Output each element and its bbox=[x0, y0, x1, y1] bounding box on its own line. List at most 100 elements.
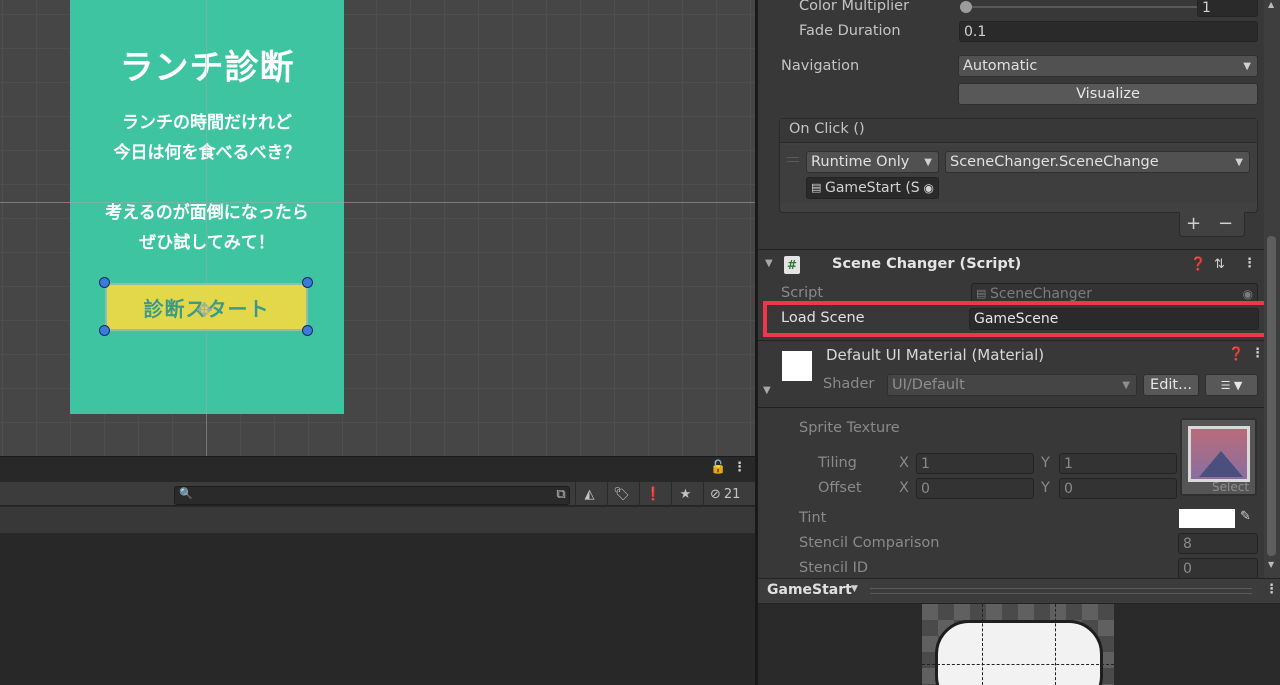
rect-handle-top-right[interactable] bbox=[302, 277, 313, 288]
load-scene-field[interactable]: GameScene bbox=[969, 308, 1259, 330]
stencil-id-label: Stencil ID bbox=[799, 560, 869, 576]
tint-color-swatch[interactable] bbox=[1179, 509, 1235, 528]
chevron-down-icon: ▼ bbox=[1235, 157, 1243, 168]
scroll-down-icon[interactable]: ▼ bbox=[1268, 560, 1274, 569]
object-picker-icon[interactable]: ◉ bbox=[924, 178, 934, 198]
warning-filter-icon[interactable]: ❗ bbox=[639, 482, 667, 506]
csharp-script-icon: # bbox=[784, 256, 800, 274]
component-separator bbox=[758, 340, 1264, 341]
visualize-button[interactable]: Visualize bbox=[958, 83, 1258, 105]
drag-handle-icon[interactable] bbox=[787, 157, 799, 162]
add-listener-button[interactable]: + bbox=[1186, 213, 1201, 234]
target-object-field[interactable]: ▤ GameStart (S ◉ bbox=[806, 177, 939, 199]
search-by-type-icon[interactable]: ⧉ bbox=[548, 483, 574, 505]
favorite-star-icon[interactable]: ★ bbox=[671, 482, 699, 506]
material-title: Default UI Material (Material) bbox=[826, 346, 1045, 364]
component-separator bbox=[758, 407, 1264, 408]
rect-handle-top-left[interactable] bbox=[99, 277, 110, 288]
help-icon[interactable]: ❓ bbox=[1228, 347, 1244, 362]
shader-dropdown[interactable]: UI/Default ▼ bbox=[887, 374, 1137, 396]
rect-handle-bottom-left[interactable] bbox=[99, 325, 110, 336]
offset-label: Offset bbox=[818, 480, 862, 496]
foldout-arrow-icon[interactable]: ▼ bbox=[763, 385, 771, 396]
kebab-menu-icon[interactable]: ⋮ bbox=[733, 460, 746, 475]
stencil-id-field[interactable]: 0 bbox=[1178, 558, 1258, 578]
navigation-value: Automatic bbox=[963, 58, 1038, 74]
preview-object-name[interactable]: GameStart bbox=[767, 582, 852, 598]
offset-y-field[interactable]: 0 bbox=[1059, 478, 1177, 499]
search-input[interactable]: 🔍 bbox=[174, 486, 570, 505]
scene-title-text: ランチ診断 bbox=[119, 48, 295, 88]
help-icon[interactable]: ❓ bbox=[1190, 257, 1206, 272]
tiling-x-label: X bbox=[899, 455, 909, 471]
move-gizmo-icon[interactable]: ✥ bbox=[196, 298, 213, 322]
function-dropdown[interactable]: SceneChanger.SceneChange ▼ bbox=[945, 151, 1250, 173]
hidden-packages-toggle[interactable]: ⊘ 21 bbox=[703, 482, 755, 506]
runtime-value: Runtime Only bbox=[811, 154, 910, 170]
edit-shader-button[interactable]: Edit... bbox=[1143, 374, 1199, 396]
tiling-x-field[interactable]: 1 bbox=[916, 453, 1034, 474]
scene-changer-title: Scene Changer (Script) bbox=[832, 256, 1022, 272]
script-file-icon: ▤ bbox=[811, 181, 822, 194]
inspector-scroll-thumb[interactable] bbox=[1267, 236, 1276, 556]
component-separator bbox=[758, 249, 1264, 250]
list-icon: ☰ ▼ bbox=[1220, 379, 1243, 392]
foldout-arrow-icon[interactable]: ▼ bbox=[765, 258, 773, 269]
panel-tab-bar: 🔓 ⋮ bbox=[0, 456, 755, 482]
tiling-y-field[interactable]: 1 bbox=[1059, 453, 1177, 474]
script-label: Script bbox=[781, 285, 824, 301]
eyedropper-icon[interactable]: ✎ bbox=[1240, 509, 1251, 524]
lock-icon[interactable]: 🔓 bbox=[710, 460, 726, 475]
preset-icon[interactable]: ⇅ bbox=[1214, 257, 1225, 272]
color-multiplier-slider-track[interactable] bbox=[963, 6, 1197, 8]
preview-menu-icon[interactable]: ⋮ bbox=[1265, 582, 1278, 597]
chevron-down-icon: ▼ bbox=[1122, 380, 1130, 391]
ui-canvas[interactable]: ランチ診断 ランチの時間だけれど 今日は何を食べるべき？ 考えるのが面倒になった… bbox=[70, 0, 344, 414]
preview-drag-bar[interactable] bbox=[870, 588, 1252, 594]
navigation-dropdown[interactable]: Automatic ▼ bbox=[958, 55, 1258, 77]
preview-header: GameStart ▼ ⋮ bbox=[758, 578, 1280, 604]
inspector-panel: Color Multiplier 1 Fade Duration 0.1 Nav… bbox=[758, 0, 1264, 578]
filter-by-label-icon[interactable]: 🏷 bbox=[607, 482, 635, 506]
shader-value: UI/Default bbox=[892, 377, 965, 393]
shader-options-dropdown[interactable]: ☰ ▼ bbox=[1205, 374, 1258, 396]
fade-duration-field[interactable]: 0.1 bbox=[959, 21, 1258, 42]
project-list-body[interactable] bbox=[0, 533, 755, 685]
scene-body-line: 今日は何を食べるべき？ bbox=[113, 143, 301, 163]
scene-body-line: ぜひ試してみて！ bbox=[139, 233, 275, 253]
target-object-value: GameStart (S bbox=[825, 180, 920, 196]
search-icon: 🔍 bbox=[179, 487, 193, 500]
filter-by-type-icon[interactable]: ◭ bbox=[575, 482, 603, 506]
runtime-dropdown[interactable]: Runtime Only ▼ bbox=[806, 151, 939, 173]
offset-y-label: Y bbox=[1041, 480, 1050, 496]
color-multiplier-slider-thumb[interactable] bbox=[960, 1, 972, 13]
material-menu-icon[interactable]: ⋮ bbox=[1251, 346, 1264, 361]
stencil-comparison-label: Stencil Comparison bbox=[799, 535, 940, 551]
scene-view[interactable]: ランチ診断 ランチの時間だけれど 今日は何を食べるべき？ 考えるのが面倒になった… bbox=[0, 0, 755, 456]
offset-x-label: X bbox=[899, 480, 909, 496]
chevron-down-icon[interactable]: ▼ bbox=[851, 584, 858, 594]
sprite-texture-slot[interactable]: Select bbox=[1180, 418, 1257, 496]
onclick-header: On Click () bbox=[780, 119, 1257, 143]
chevron-down-icon: ▼ bbox=[924, 157, 932, 168]
scene-body-line: ランチの時間だけれど bbox=[122, 113, 292, 133]
fade-duration-label: Fade Duration bbox=[799, 23, 901, 39]
tiling-label: Tiling bbox=[818, 455, 857, 471]
scene-guide-vertical bbox=[206, 0, 207, 456]
tint-label: Tint bbox=[799, 510, 827, 526]
onclick-header-label: On Click () bbox=[789, 121, 865, 137]
rect-handle-bottom-right[interactable] bbox=[302, 325, 313, 336]
offset-x-field[interactable]: 0 bbox=[916, 478, 1034, 499]
sprite-preview bbox=[935, 620, 1103, 685]
component-menu-icon[interactable]: ⋮ bbox=[1243, 256, 1256, 271]
color-multiplier-field[interactable]: 1 bbox=[1197, 0, 1258, 17]
texture-preview-image bbox=[1188, 426, 1250, 482]
select-texture-label[interactable]: Select bbox=[1212, 480, 1249, 494]
stencil-comparison-field[interactable]: 8 bbox=[1178, 533, 1258, 554]
navigation-label: Navigation bbox=[781, 58, 860, 74]
scroll-up-icon[interactable]: ▲ bbox=[1268, 0, 1274, 9]
material-thumbnail bbox=[782, 351, 812, 381]
chevron-down-icon: ▼ bbox=[1243, 61, 1251, 72]
remove-listener-button[interactable]: − bbox=[1218, 213, 1233, 234]
script-field: ▤ SceneChanger ◉ bbox=[971, 283, 1258, 303]
